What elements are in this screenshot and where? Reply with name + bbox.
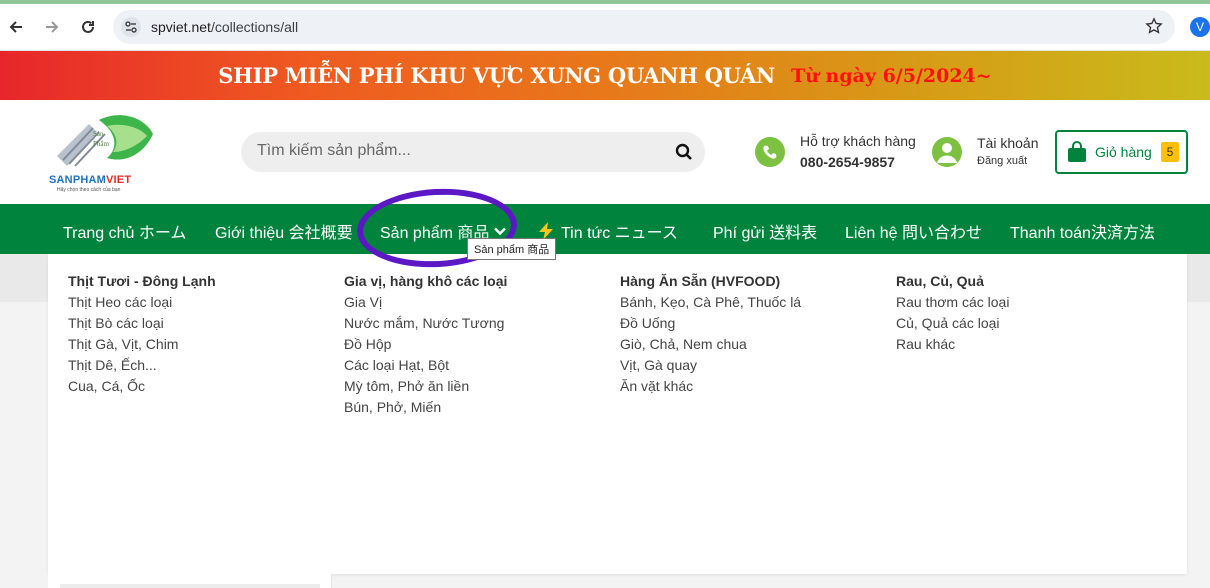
menu-column-heading[interactable]: Rau, Củ, Quả [896, 271, 1156, 292]
logo-wordmark: SANPHAMVIET [49, 174, 132, 186]
support-phone[interactable]: 080-2654-9857 [800, 154, 895, 170]
promo-banner[interactable]: SHIP MIỄN PHÍ KHU VỰC XUNG QUANH QUÁN Từ… [0, 51, 1210, 100]
nav-item-about[interactable]: Giới thiệu 会社概要 [215, 219, 353, 243]
search-box [241, 132, 705, 172]
cart-button[interactable]: Giỏ hàng 5 [1055, 130, 1188, 174]
reload-icon[interactable] [77, 16, 99, 38]
user-icon[interactable] [932, 137, 962, 167]
shopping-bag-icon [1068, 141, 1086, 162]
back-arrow-icon[interactable] [5, 16, 27, 38]
menu-link[interactable]: Nước mắm, Nước Tương [344, 313, 604, 334]
menu-link[interactable]: Rau khác [896, 334, 1156, 355]
profile-avatar[interactable]: V [1190, 17, 1210, 37]
menu-column-vegetables: Rau, Củ, Quả Rau thơm các loại Củ, Quả c… [896, 271, 1156, 355]
nav-item-contact[interactable]: Liên hệ 問い合わせ [845, 219, 982, 243]
menu-column-spices-dry-goods: Gia vị, hàng khô các loại Gia Vị Nước mắ… [344, 271, 604, 418]
sidebar-divider [60, 584, 320, 588]
svg-text:Phẩm: Phẩm [93, 140, 110, 148]
menu-link[interactable]: Các loại Hạt, Bột [344, 355, 604, 376]
menu-link[interactable]: Mỳ tôm, Phở ăn liền [344, 376, 604, 397]
nav-item-payment[interactable]: Thanh toán決済方法 [1010, 219, 1155, 243]
account-link[interactable]: Tài khoản [977, 135, 1038, 151]
nav-tooltip: Sản phẩm 商品 [467, 238, 557, 260]
nav-item-news[interactable]: Tin tức ニュース [535, 219, 678, 243]
search-input[interactable] [257, 142, 657, 160]
menu-link[interactable]: Gia Vị [344, 292, 604, 313]
menu-link[interactable]: Thịt Dê, Ếch... [68, 355, 328, 376]
products-mega-menu: Thịt Tươi - Đông Lạnh Thịt Heo các loại … [48, 254, 1187, 574]
menu-column-heading[interactable]: Thịt Tươi - Đông Lạnh [68, 271, 328, 292]
site-settings-icon[interactable] [121, 17, 141, 37]
forward-arrow-icon[interactable] [41, 16, 63, 38]
browser-toolbar: spviet.net/collections/all V [0, 0, 1210, 51]
promo-main-text: SHIP MIỄN PHÍ KHU VỰC XUNG QUANH QUÁN [218, 63, 775, 88]
menu-link[interactable]: Bún, Phở, Miến [344, 397, 604, 418]
bookmark-star-icon[interactable] [1145, 17, 1163, 40]
nav-item-shipping-fee[interactable]: Phí gửi 送料表 [713, 219, 817, 243]
search-icon[interactable] [673, 141, 695, 163]
site-header: Sản Phẩm SANPHAMVIET Hãy chọn theo cách … [0, 100, 1210, 204]
menu-link[interactable]: Cua, Cá, Ốc [68, 376, 328, 397]
logout-link[interactable]: Đăng xuất [977, 155, 1027, 167]
menu-link[interactable]: Vịt, Gà quay [620, 355, 880, 376]
cart-count-badge: 5 [1161, 142, 1179, 162]
logo-tagline: Hãy chọn theo cách của bạn [57, 187, 121, 193]
address-bar[interactable]: spviet.net/collections/all [113, 10, 1175, 44]
chevron-down-icon [494, 227, 507, 236]
tab-strip-edge [0, 0, 1210, 4]
menu-link[interactable]: Thịt Heo các loại [68, 292, 328, 313]
menu-link[interactable]: Thịt Bò các loại [68, 313, 328, 334]
support-label: Hỗ trợ khách hàng [800, 133, 916, 149]
nav-item-home[interactable]: Trang chủ ホーム [63, 219, 186, 243]
menu-column-ready-food: Hàng Ăn Sẵn (HVFOOD) Bánh, Kẹo, Cà Phê, … [620, 271, 880, 397]
site-logo[interactable]: Sản Phẩm SANPHAMVIET Hãy chọn theo cách … [49, 110, 161, 193]
menu-link[interactable]: Giò, Chả, Nem chua [620, 334, 880, 355]
main-navigation: Trang chủ ホーム Giới thiệu 会社概要 Sản phẩm 商… [0, 204, 1210, 254]
menu-link[interactable]: Đồ Uống [620, 313, 880, 334]
menu-link[interactable]: Ăn vặt khác [620, 376, 880, 397]
url-text[interactable]: spviet.net/collections/all [151, 19, 298, 35]
logo-leaf-icon: Sản Phẩm [57, 115, 153, 167]
menu-link[interactable]: Thịt Gà, Vịt, Chim [68, 334, 328, 355]
cart-label: Giỏ hàng [1095, 144, 1152, 160]
menu-link[interactable]: Rau thơm các loại [896, 292, 1156, 313]
menu-link[interactable]: Củ, Quả các loại [896, 313, 1156, 334]
menu-column-heading[interactable]: Gia vị, hàng khô các loại [344, 271, 604, 292]
promo-date-text: Từ ngày 6/5/2024~ [790, 64, 992, 87]
menu-link[interactable]: Bánh, Kẹo, Cà Phê, Thuốc lá [620, 292, 880, 313]
svg-text:Sản: Sản [93, 130, 104, 138]
phone-icon[interactable] [755, 137, 785, 167]
menu-column-fresh-meat: Thịt Tươi - Đông Lạnh Thịt Heo các loại … [68, 271, 328, 397]
menu-column-heading[interactable]: Hàng Ăn Sẵn (HVFOOD) [620, 271, 880, 292]
menu-link[interactable]: Đồ Hộp [344, 334, 604, 355]
